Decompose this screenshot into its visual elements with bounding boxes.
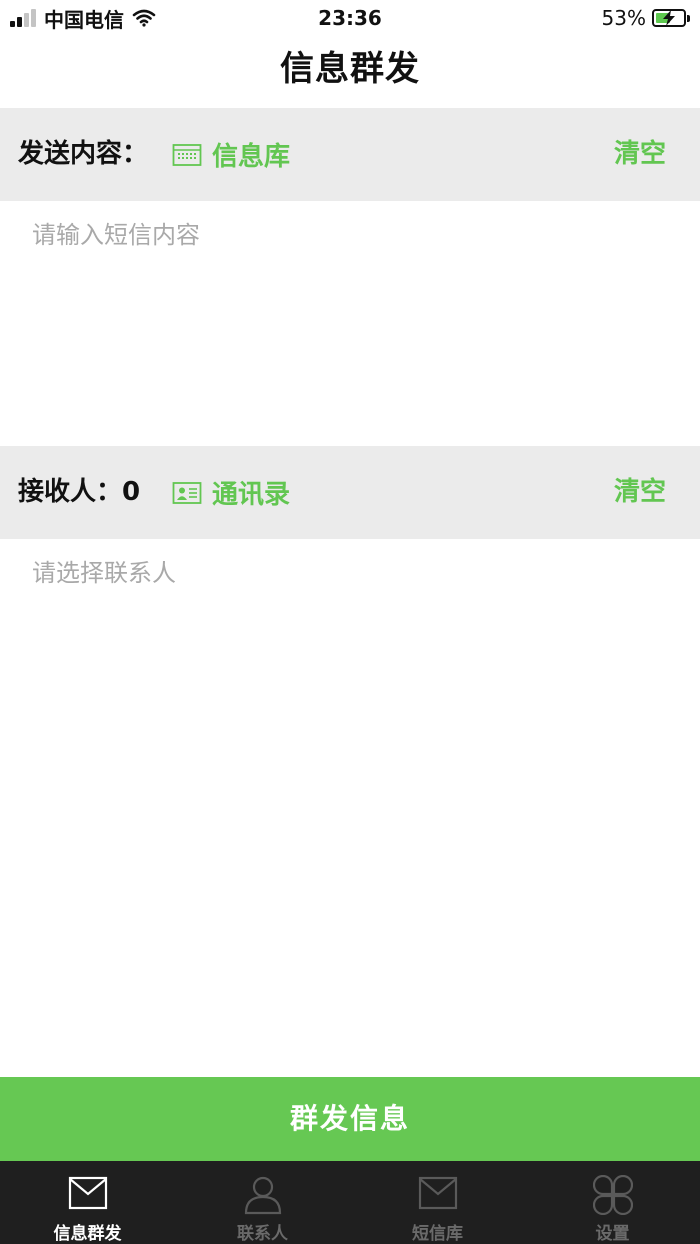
keyboard-icon bbox=[172, 143, 202, 166]
battery-cap bbox=[687, 14, 690, 22]
recipient-count: 0 bbox=[122, 477, 141, 507]
envelope-icon bbox=[68, 1176, 107, 1210]
page-title: 信息群发 bbox=[280, 49, 420, 89]
recipient-section-header: 接收人：0 通讯录 清空 bbox=[0, 446, 700, 539]
battery-percent: 53% bbox=[601, 6, 646, 30]
charging-bolt-icon bbox=[663, 10, 675, 26]
tab-label: 信息群发 bbox=[53, 1224, 122, 1244]
status-right: 53% bbox=[602, 4, 690, 32]
battery-icon bbox=[652, 9, 686, 27]
tab-label: 设置 bbox=[595, 1224, 630, 1244]
tab-sms-library[interactable]: 短信库 bbox=[350, 1161, 525, 1244]
status-bar: 中国电信 23:36 53% bbox=[0, 0, 700, 36]
recipient-select-field[interactable]: 请选择联系人 bbox=[32, 553, 176, 588]
clear-recipients-button[interactable]: 清空 bbox=[614, 446, 666, 539]
tab-group-send[interactable]: 信息群发 bbox=[0, 1161, 175, 1244]
tab-bar: 信息群发 联系人 短信库 设置 bbox=[0, 1161, 700, 1244]
recipient-label: 接收人：0 bbox=[18, 446, 140, 539]
contact-card-icon bbox=[172, 481, 202, 504]
recipient-label-text: 接收人： bbox=[18, 477, 123, 507]
tab-contacts[interactable]: 联系人 bbox=[175, 1161, 350, 1244]
contacts-link[interactable]: 通讯录 bbox=[172, 446, 290, 539]
message-library-link[interactable]: 信息库 bbox=[172, 108, 290, 201]
message-content-input[interactable]: 请输入短信内容 bbox=[32, 215, 200, 250]
group-send-button[interactable]: 群发信息 bbox=[0, 1077, 700, 1161]
message-library-label: 信息库 bbox=[212, 142, 291, 172]
contacts-label: 通讯录 bbox=[212, 480, 291, 510]
tab-settings[interactable]: 设置 bbox=[525, 1161, 700, 1244]
person-icon bbox=[244, 1176, 281, 1215]
clover-icon bbox=[592, 1175, 633, 1215]
clear-content-button[interactable]: 清空 bbox=[614, 108, 666, 201]
envelope-icon bbox=[418, 1176, 457, 1210]
tab-label: 短信库 bbox=[412, 1224, 463, 1244]
content-section-header: 发送内容： 信息库 清空 bbox=[0, 108, 700, 201]
tab-label: 联系人 bbox=[237, 1224, 288, 1244]
status-time: 23:36 bbox=[318, 6, 382, 30]
content-label: 发送内容： bbox=[18, 139, 149, 169]
